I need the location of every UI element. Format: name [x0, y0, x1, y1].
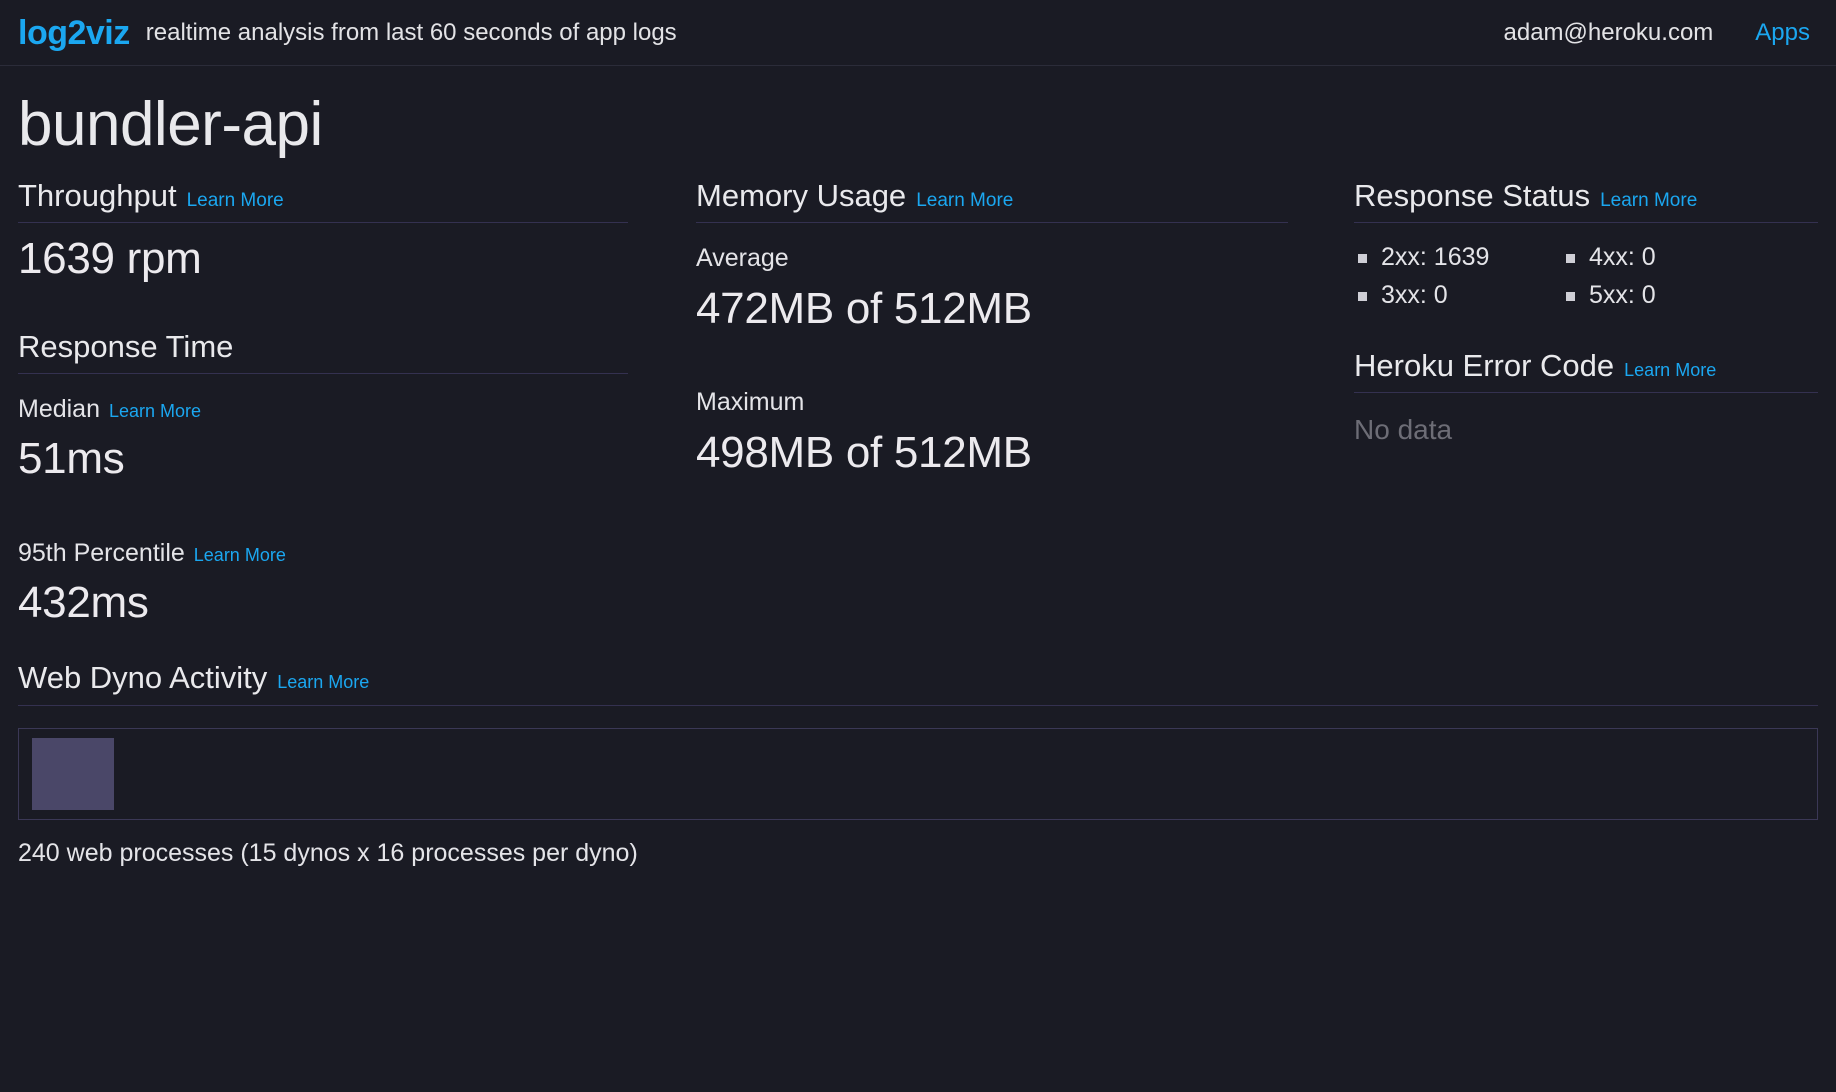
memory-usage-section-header: Memory Usage Learn More	[696, 179, 1288, 223]
p95-subheader: 95th Percentile Learn More	[18, 540, 628, 568]
median-label: Median	[18, 396, 100, 424]
status-item-4xx: 4xx: 0	[1562, 239, 1770, 277]
heroku-error-code-section-header: Heroku Error Code Learn More	[1354, 349, 1818, 393]
response-status-learn-more-link[interactable]: Learn More	[1600, 191, 1697, 212]
header-tagline: realtime analysis from last 60 seconds o…	[146, 21, 677, 45]
status-item-3xx: 3xx: 0	[1354, 277, 1562, 315]
memory-average-label: Average	[696, 245, 789, 273]
p95-label: 95th Percentile	[18, 540, 185, 568]
bullet-icon	[1566, 254, 1575, 263]
spacer	[696, 333, 1288, 367]
memory-maximum-value: 498MB of 512MB	[696, 429, 1288, 477]
status-item-2xx: 2xx: 1639	[1354, 239, 1562, 277]
page-title: bundler-api	[18, 92, 1818, 157]
memory-average-value: 472MB of 512MB	[696, 285, 1288, 333]
throughput-section-header: Throughput Learn More	[18, 179, 628, 223]
left-column: Throughput Learn More 1639 rpm Response …	[18, 179, 628, 627]
spacer	[18, 284, 628, 330]
page-content: bundler-api Throughput Learn More 1639 r…	[0, 92, 1836, 867]
memory-maximum-subheader: Maximum	[696, 389, 1288, 417]
median-learn-more-link[interactable]: Learn More	[109, 402, 201, 422]
web-dyno-activity-caption: 240 web processes (15 dynos x 16 process…	[18, 840, 1818, 868]
header-right-group: adam@heroku.com Apps	[1504, 19, 1817, 47]
memory-usage-learn-more-link[interactable]: Learn More	[916, 191, 1013, 212]
user-email: adam@heroku.com	[1504, 19, 1714, 47]
p95-learn-more-link[interactable]: Learn More	[194, 546, 286, 566]
response-status-column-right: 4xx: 0 5xx: 0	[1562, 239, 1770, 315]
response-time-section-header: Response Time	[18, 330, 628, 374]
response-status-list: 2xx: 1639 3xx: 0 4xx: 0 5xx: 0	[1354, 239, 1818, 315]
top-header-bar: log2viz realtime analysis from last 60 s…	[0, 0, 1836, 66]
median-subheader: Median Learn More	[18, 396, 628, 424]
heroku-error-code-heading: Heroku Error Code	[1354, 349, 1614, 383]
heroku-error-code-empty-state: No data	[1354, 415, 1818, 446]
memory-average-subheader: Average	[696, 245, 1288, 273]
log2viz-logo[interactable]: log2viz	[18, 16, 130, 50]
median-value: 51ms	[18, 435, 628, 483]
status-item-label: 3xx: 0	[1381, 282, 1448, 310]
bullet-icon	[1566, 292, 1575, 301]
bullet-icon	[1358, 292, 1367, 301]
status-item-label: 4xx: 0	[1589, 244, 1656, 272]
apps-link[interactable]: Apps	[1755, 19, 1810, 47]
throughput-heading: Throughput	[18, 179, 177, 213]
web-dyno-activity-heading: Web Dyno Activity	[18, 661, 267, 695]
metrics-columns: Throughput Learn More 1639 rpm Response …	[18, 179, 1818, 627]
dyno-activity-bar[interactable]	[32, 738, 114, 810]
web-dyno-activity-section-header: Web Dyno Activity Learn More	[18, 661, 1818, 705]
right-column: Response Status Learn More 2xx: 1639 3xx…	[1354, 179, 1818, 446]
status-item-5xx: 5xx: 0	[1562, 277, 1770, 315]
response-status-section-header: Response Status Learn More	[1354, 179, 1818, 223]
spacer	[1354, 315, 1818, 349]
p95-value: 432ms	[18, 579, 628, 627]
spacer	[18, 484, 628, 518]
response-status-column-left: 2xx: 1639 3xx: 0	[1354, 239, 1562, 315]
response-status-heading: Response Status	[1354, 179, 1590, 213]
response-time-heading: Response Time	[18, 330, 233, 364]
throughput-value: 1639 rpm	[18, 235, 628, 283]
web-dyno-activity-block: Web Dyno Activity Learn More 240 web pro…	[18, 661, 1818, 867]
web-dyno-activity-chart	[18, 728, 1818, 820]
memory-usage-heading: Memory Usage	[696, 179, 906, 213]
heroku-error-code-learn-more-link[interactable]: Learn More	[1624, 361, 1716, 381]
bullet-icon	[1358, 254, 1367, 263]
status-item-label: 5xx: 0	[1589, 282, 1656, 310]
memory-maximum-label: Maximum	[696, 389, 804, 417]
middle-column: Memory Usage Learn More Average 472MB of…	[696, 179, 1288, 477]
status-item-label: 2xx: 1639	[1381, 244, 1489, 272]
web-dyno-activity-learn-more-link[interactable]: Learn More	[277, 673, 369, 693]
throughput-learn-more-link[interactable]: Learn More	[187, 191, 284, 212]
